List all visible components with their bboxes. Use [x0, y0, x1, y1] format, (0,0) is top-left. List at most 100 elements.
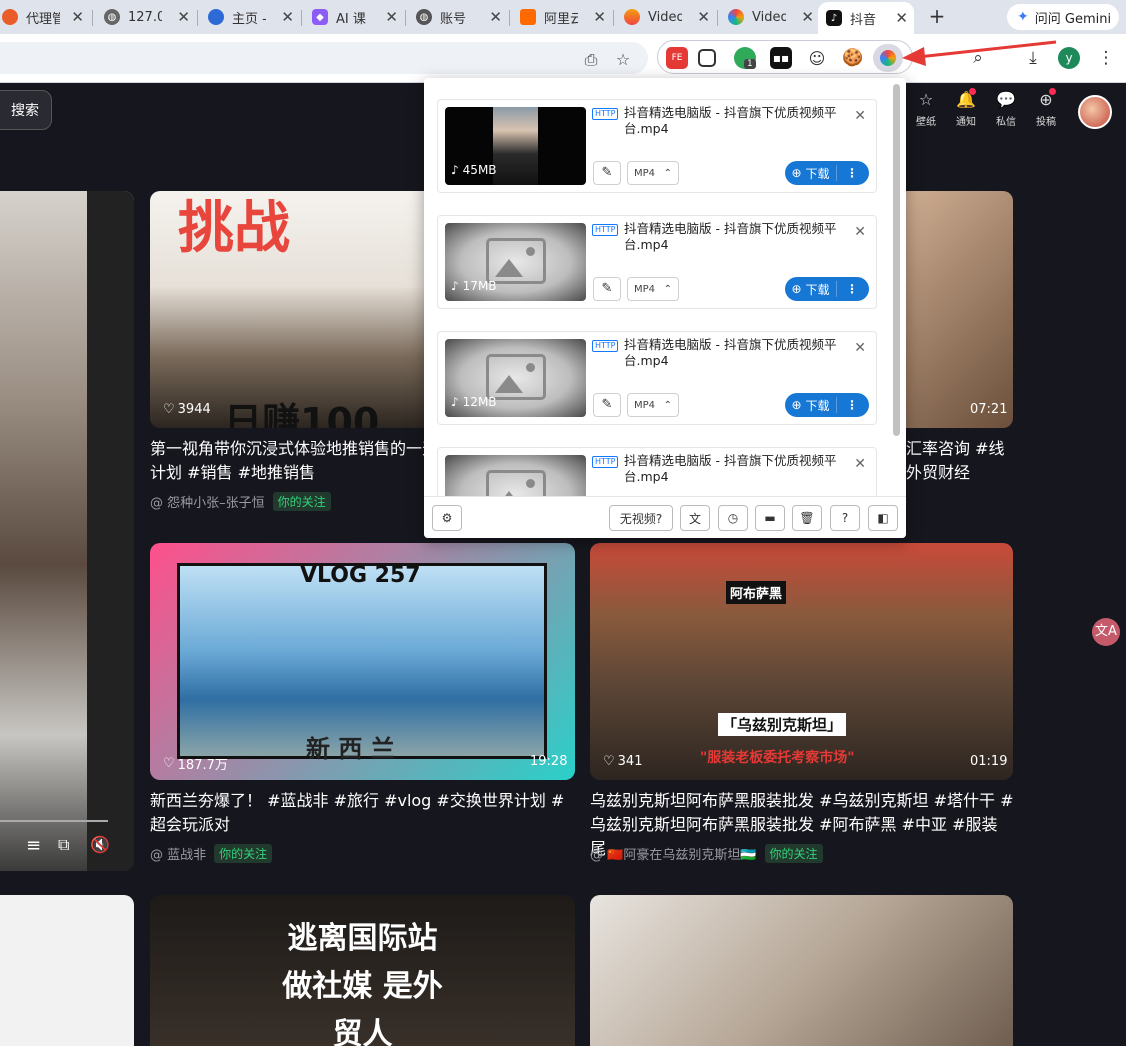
cookie-extension-icon[interactable]: 🍪 — [842, 47, 864, 69]
close-tab-icon[interactable]: ✕ — [895, 9, 908, 27]
follow-badge: 你的关注 — [764, 844, 823, 863]
download-more-icon[interactable]: ⋮ — [837, 282, 867, 296]
tab-proxy[interactable]: 代理管 ✕ — [0, 2, 90, 32]
help-icon[interactable]: ? — [830, 505, 860, 531]
fe-extension-icon[interactable]: FE — [666, 47, 688, 69]
profile-avatar[interactable]: y — [1058, 47, 1080, 69]
downloads-icon[interactable]: ⤓ — [1021, 48, 1045, 68]
menu-kebab-icon[interactable]: ⋮ — [1094, 48, 1118, 68]
search-button[interactable]: 搜索 — [0, 90, 52, 130]
download-more-icon[interactable]: ⋮ — [837, 398, 867, 412]
video-duration: 07:21 — [970, 402, 1008, 417]
ask-gemini-button[interactable]: ✦ 问问 Gemini — [1007, 4, 1119, 30]
tab-search-icon[interactable]: ⌕ — [966, 48, 990, 68]
tab-video-2[interactable]: Video ✕ — [720, 2, 820, 32]
video-filename: 抖音精选电脑版 - 抖音旗下优质视频平台.mp4 — [624, 105, 837, 136]
left-video-player[interactable]: ≡ ⧉ 🔇 — [0, 191, 134, 871]
tab-account[interactable]: ◍ 账号 ✕ — [408, 2, 508, 32]
remove-item-icon[interactable]: ✕ — [854, 108, 866, 124]
heart-icon: ♡ — [603, 754, 615, 769]
video-title[interactable]: 第一视角带你沉浸式体验地推销售的一天 计划 #销售 #地推销售 — [150, 437, 440, 485]
settings-gear-icon[interactable]: ⚙ — [432, 505, 462, 531]
translate-fab-icon[interactable]: 文A — [1092, 618, 1120, 646]
video-downloader-favicon-icon — [728, 9, 744, 25]
follow-badge: 你的关注 — [272, 492, 331, 511]
format-select[interactable]: MP4 ⌃ — [627, 393, 679, 417]
edit-pencil-icon[interactable]: ✎ — [593, 161, 621, 185]
incognito-extension-icon[interactable]: ▪▪ — [770, 47, 792, 69]
close-tab-icon[interactable]: ✕ — [177, 8, 190, 26]
close-tab-icon[interactable]: ✕ — [697, 8, 710, 26]
sidebar-toggle-icon[interactable]: ◧ — [868, 505, 898, 531]
video-thumbnail[interactable]: ♪ 45MB — [445, 107, 586, 185]
close-tab-icon[interactable]: ✕ — [801, 8, 814, 26]
popup-scrollbar[interactable] — [893, 84, 900, 436]
download-more-icon[interactable]: ⋮ — [837, 166, 867, 180]
protocol-badge: HTTP — [592, 456, 619, 468]
shield-extension-icon[interactable] — [698, 49, 716, 67]
no-video-button[interactable]: 无视频? — [609, 505, 673, 531]
video-card-thumbnail[interactable]: 逃离国际站 做社媒 是外贸人 — [150, 895, 575, 1046]
format-select[interactable]: MP4 ⌃ — [627, 161, 679, 185]
video-thumbnail[interactable]: ♪ 12MB — [445, 339, 586, 417]
trash-icon[interactable]: 🗑 — [792, 505, 822, 531]
progress-bar[interactable] — [0, 820, 108, 822]
close-tab-icon[interactable]: ✕ — [281, 8, 294, 26]
pip-icon[interactable]: ⧉ — [58, 835, 69, 855]
edit-pencil-icon[interactable]: ✎ — [593, 393, 621, 417]
upload-nav[interactable]: ⊕ 投稿 — [1026, 88, 1066, 128]
remove-item-icon[interactable]: ✕ — [854, 340, 866, 356]
translate-icon[interactable]: 文 — [680, 505, 710, 531]
smiley-extension-icon[interactable]: ☺ — [806, 47, 828, 69]
video-edge — [87, 191, 134, 871]
address-bar[interactable]: ⎙ ☆ — [0, 42, 648, 74]
bookmark-star-icon[interactable]: ☆ — [612, 50, 634, 69]
install-app-icon[interactable]: ⎙ — [580, 50, 602, 70]
video-author[interactable]: @ 蓝战非 你的关注 — [150, 844, 273, 863]
video-thumbnail[interactable]: ♪ 17MB — [445, 223, 586, 301]
video-item: ♪ 45MB HTTP 抖音精选电脑版 - 抖音旗下优质视频平台.mp4 ✕ ✎ … — [437, 99, 877, 193]
download-button[interactable]: ⊕ 下载 ⋮ — [785, 161, 869, 185]
tab-title: Video — [648, 9, 682, 25]
browser-toolbar: ⎙ ☆ FE 1 ▪▪ ☺ 🍪 ⌕ ⤓ y ⋮ — [0, 34, 1126, 83]
messages-nav[interactable]: 💬 私信 — [986, 90, 1026, 128]
notifications-nav[interactable]: 🔔 通知 — [946, 88, 986, 128]
aliyun-favicon-icon — [520, 9, 536, 25]
close-tab-icon[interactable]: ✕ — [385, 8, 398, 26]
remove-item-icon[interactable]: ✕ — [854, 456, 866, 472]
new-tab-button[interactable]: + — [924, 4, 950, 30]
video-card-thumbnail[interactable] — [0, 895, 134, 1046]
download-button[interactable]: ⊕ 下载 ⋮ — [785, 393, 869, 417]
close-tab-icon[interactable]: ✕ — [489, 8, 502, 26]
tab-douyin-active[interactable]: ♪ 抖音 ✕ — [818, 2, 914, 34]
history-clock-icon[interactable]: ◷ — [718, 505, 748, 531]
mute-icon[interactable]: 🔇 — [90, 835, 110, 854]
folder-icon[interactable]: ▬ — [755, 505, 785, 531]
tab-localhost[interactable]: ◍ 127.0 ✕ — [96, 2, 196, 32]
tab-video-1[interactable]: Video ✕ — [616, 2, 716, 32]
video-title[interactable]: 汇率咨询 #线 外贸财经 — [906, 437, 1016, 485]
remove-item-icon[interactable]: ✕ — [854, 224, 866, 240]
playlist-icon[interactable]: ≡ — [26, 835, 41, 856]
tab-ai-course[interactable]: ◆ AI 课 ✕ — [304, 2, 404, 32]
protocol-badge: HTTP — [592, 108, 619, 120]
edit-pencil-icon[interactable]: ✎ — [593, 277, 621, 301]
ai-favicon-icon: ◆ — [312, 9, 328, 25]
video-title[interactable]: 新西兰夯爆了！ #蓝战非 #旅行 #vlog #交换世界计划 #超会玩派对 — [150, 789, 570, 837]
download-button[interactable]: ⊕ 下载 ⋮ — [785, 277, 869, 301]
video-author[interactable]: @ 怨种小张–张子恒 你的关注 — [150, 492, 331, 511]
close-tab-icon[interactable]: ✕ — [71, 8, 84, 26]
video-thumbnail[interactable] — [445, 455, 586, 496]
format-select[interactable]: MP4 ⌃ — [627, 277, 679, 301]
video-downloader-extension-button[interactable] — [873, 44, 903, 72]
close-tab-icon[interactable]: ✕ — [593, 8, 606, 26]
video-card-thumbnail[interactable]: VLOG 257 新 西 兰 — [150, 543, 575, 780]
tab-home[interactable]: 主页 - ✕ — [200, 2, 300, 32]
tab-aliyun[interactable]: 阿里云 ✕ — [512, 2, 612, 32]
video-card-thumbnail[interactable]: 阿布萨黑 「乌兹别克斯坦」 "服装老板委托考察市场" — [590, 543, 1013, 780]
video-card-thumbnail[interactable] — [590, 895, 1013, 1046]
wallpaper-nav[interactable]: ☆ 壁纸 — [906, 90, 946, 128]
user-avatar[interactable] — [1078, 95, 1112, 129]
video-author[interactable]: @ 🇨🇳阿豪在乌兹别克斯坦🇺🇿 你的关注 — [590, 844, 823, 863]
thumbnail-overlay-text: 日赚100 — [224, 400, 380, 428]
